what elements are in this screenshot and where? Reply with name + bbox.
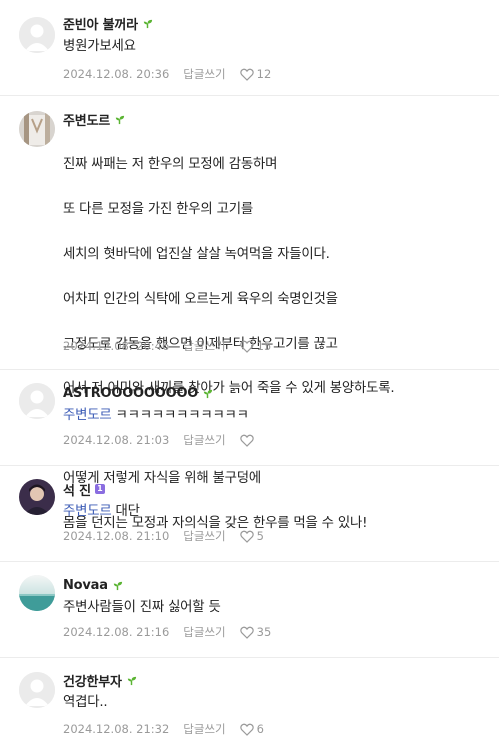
heart-icon xyxy=(239,434,254,447)
level-badge-icon: 1 xyxy=(94,484,105,494)
author-row: 준빈아 불꺼라 xyxy=(63,14,153,33)
comment-date: 2024.12.08. 21:16 xyxy=(63,625,170,639)
comment-meta: 2024.12.08. 21:10 답글쓰기 5 xyxy=(63,528,264,544)
like-button[interactable]: 5 xyxy=(239,529,264,543)
comment-date: 2024.12.08. 21:03 xyxy=(63,433,170,447)
comment-item: 준빈아 불꺼라 병원가보세요 2024.12.08. 20:36 답글쓰기 12 xyxy=(0,0,499,96)
avatar[interactable] xyxy=(19,672,55,708)
comment-text: 병원가보세요 xyxy=(63,39,136,54)
heart-icon xyxy=(239,340,254,353)
avatar[interactable] xyxy=(19,575,55,611)
reply-button[interactable]: 답글쓰기 xyxy=(183,624,225,640)
heart-icon xyxy=(239,530,254,543)
like-button[interactable]: 35 xyxy=(239,625,272,639)
sprout-badge-icon xyxy=(204,389,213,398)
author-row: ASTROOOOOOOOO xyxy=(63,384,213,402)
sprout-badge-icon xyxy=(143,19,152,28)
comment-date: 2024.12.08. 21:10 xyxy=(63,529,170,543)
comment-meta: 2024.12.08. 20:46 답글쓰기 15 xyxy=(63,338,271,354)
comment-item: ASTROOOOOOOOO 주변도르 ㅋㅋㅋㅋㅋㅋㅋㅋㅋㅋㅋ 2024.12.08… xyxy=(0,370,499,466)
comment-meta: 2024.12.08. 20:36 답글쓰기 12 xyxy=(63,66,271,82)
reply-button[interactable]: 답글쓰기 xyxy=(183,432,225,448)
avatar[interactable] xyxy=(19,383,55,419)
comment-date: 2024.12.08. 20:46 xyxy=(63,339,170,353)
heart-icon xyxy=(239,626,254,639)
comment-item: Novaa 주변사람들이 진짜 싫어할 듯 2024.12.08. 21:16 … xyxy=(0,562,499,658)
author-name[interactable]: Novaa xyxy=(63,578,108,593)
like-count: 6 xyxy=(256,722,264,736)
comment-item: 건강한부자 역겹다.. 2024.12.08. 21:32 답글쓰기 6 xyxy=(0,658,499,752)
author-name[interactable]: 준빈아 불꺼라 xyxy=(63,14,138,33)
author-name[interactable]: 석 진 xyxy=(63,480,91,499)
like-button[interactable]: 15 xyxy=(239,339,272,353)
like-count: 35 xyxy=(256,625,272,639)
heart-icon xyxy=(239,723,254,736)
avatar[interactable] xyxy=(19,17,55,53)
reply-button[interactable]: 답글쓰기 xyxy=(183,338,225,354)
like-count: 5 xyxy=(256,529,264,543)
author-name[interactable]: 건강한부자 xyxy=(63,671,122,690)
author-name[interactable]: 주변도르 xyxy=(63,110,110,129)
mention-link[interactable]: 주변도르 xyxy=(63,504,112,519)
sprout-badge-icon xyxy=(127,676,136,685)
author-row: 건강한부자 xyxy=(63,671,137,690)
author-row: 석 진 1 xyxy=(63,480,105,499)
heart-icon xyxy=(239,68,254,81)
comment-meta: 2024.12.08. 21:32 답글쓰기 6 xyxy=(63,721,264,737)
comment-date: 2024.12.08. 20:36 xyxy=(63,67,170,81)
comment-text: 역겹다.. xyxy=(63,695,108,710)
comment-text: 주변도르 ㅋㅋㅋㅋㅋㅋㅋㅋㅋㅋㅋ xyxy=(63,408,249,423)
comment-text: 주변도르 대단 xyxy=(63,504,140,519)
author-row: Novaa xyxy=(63,576,123,594)
like-button[interactable]: 12 xyxy=(239,67,272,81)
comment-item: 석 진 1 주변도르 대단 2024.12.08. 21:10 답글쓰기 5 xyxy=(0,466,499,562)
avatar[interactable] xyxy=(19,479,55,515)
reply-button[interactable]: 답글쓰기 xyxy=(183,721,225,737)
avatar[interactable] xyxy=(19,111,55,147)
comment-text: 주변사람들이 진짜 싫어할 듯 xyxy=(63,600,221,615)
like-button[interactable]: 6 xyxy=(239,722,264,736)
mention-link[interactable]: 주변도르 xyxy=(63,408,112,423)
sprout-badge-icon xyxy=(113,581,122,590)
reply-button[interactable]: 답글쓰기 xyxy=(183,528,225,544)
comment-item: 주변도르 진짜 싸패는 저 한우의 모정에 감동하며 또 다른 모정을 가진 한… xyxy=(0,96,499,531)
comment-date: 2024.12.08. 21:32 xyxy=(63,722,170,736)
like-count: 15 xyxy=(256,339,272,353)
comment-meta: 2024.12.08. 21:16 답글쓰기 35 xyxy=(63,624,271,640)
reply-button[interactable]: 답글쓰기 xyxy=(183,66,225,82)
like-button[interactable] xyxy=(239,434,257,447)
sprout-badge-icon xyxy=(115,115,125,124)
comment-meta: 2024.12.08. 21:03 답글쓰기 xyxy=(63,432,257,448)
like-count: 12 xyxy=(256,67,272,81)
author-row: 주변도르 xyxy=(63,110,125,129)
author-name[interactable]: ASTROOOOOOOOO xyxy=(63,386,198,401)
